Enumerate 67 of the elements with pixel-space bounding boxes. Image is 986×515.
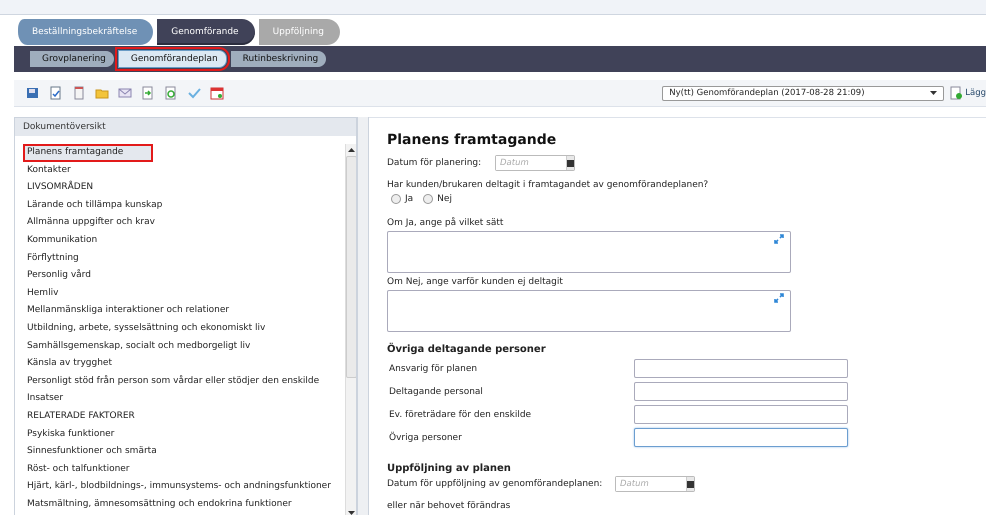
- sidebar-item[interactable]: Lärande och tillämpa kunskap: [23, 196, 345, 214]
- scroll-down-icon[interactable]: [348, 511, 354, 515]
- save-icon[interactable]: [26, 86, 40, 100]
- sidebar-item[interactable]: Insatser: [23, 390, 345, 408]
- spellcheck-icon[interactable]: [187, 86, 201, 100]
- field-label: Om Nej, ange varför kunden ej deltagit: [387, 277, 564, 287]
- sidebar-item[interactable]: Personligt stöd från person som vårdar eller stödjer den enskilde: [23, 372, 345, 390]
- envelope-icon[interactable]: [118, 86, 132, 100]
- sidebar-item[interactable]: Samhällsgemenskap, socialt och medborgeligt liv: [23, 338, 345, 356]
- text-area[interactable]: [387, 231, 791, 273]
- sidebar-item[interactable]: LIVSOMRÅDEN: [23, 179, 345, 197]
- section-title: Övriga deltagande personer: [387, 344, 547, 355]
- form-title: Planens framtagande: [387, 132, 558, 148]
- add-document-icon: [950, 86, 964, 100]
- sidebar-item[interactable]: Känsla av trygghet: [23, 355, 345, 373]
- sidebar-item[interactable]: Allmänna uppgifter och krav: [23, 214, 345, 232]
- section-title: Uppföljning av planen: [387, 463, 512, 474]
- text-input[interactable]: [634, 382, 848, 401]
- sidebar-item[interactable]: Kontakter: [23, 162, 345, 180]
- sidebar-item[interactable]: RELATERADE FAKTORER: [23, 408, 345, 426]
- sidebar-item[interactable]: Röst- och talfunktioner: [23, 460, 345, 478]
- sidebar-item[interactable]: Hjärt, kärl-, blodbildnings-, immunsystems- och andningsfunktioner: [23, 478, 345, 496]
- document-select[interactable]: Ny(tt) Genomförandeplan (2017-08-28 21:09): [662, 86, 944, 100]
- sidebar-item[interactable]: Utbildning, arbete, sysselsättning och ekonomiskt liv: [23, 320, 345, 338]
- sub-tab[interactable]: Rutinbeskrivning: [230, 51, 326, 67]
- expand-icon[interactable]: [774, 293, 784, 303]
- sub-tab[interactable]: Genomförandeplan: [118, 50, 227, 68]
- sidebar-item[interactable]: Mellanmänskliga interaktioner och relationer: [23, 302, 345, 320]
- radio-option[interactable]: Ja: [391, 194, 414, 204]
- sidebar-item[interactable]: Förflyttning: [23, 250, 345, 268]
- field-label: Om Ja, ange på vilket sätt: [387, 218, 504, 228]
- add-button[interactable]: Lägg: [950, 86, 986, 100]
- expand-icon[interactable]: [774, 234, 784, 244]
- calendar-icon: [687, 480, 694, 488]
- panel-header: Dokumentöversikt: [15, 118, 356, 136]
- field-label: Datum för uppföljning av genomförandeplanen:: [387, 479, 604, 489]
- sidebar-item[interactable]: Kommunikation: [23, 232, 345, 250]
- text-input[interactable]: [634, 428, 848, 447]
- sidebar-item[interactable]: Psykiska funktioner: [23, 426, 345, 444]
- date-field[interactable]: Datum: [615, 476, 695, 492]
- sidebar-item[interactable]: Matsmältning, ämnesomsättning och endokrina funktioner: [23, 496, 345, 514]
- field-label: Övriga personer: [388, 432, 463, 442]
- document-icon[interactable]: [72, 86, 86, 100]
- checklist-icon[interactable]: [49, 86, 63, 100]
- date-field[interactable]: Datum: [495, 155, 575, 171]
- calendar-icon: [567, 160, 574, 166]
- field-label: Ansvarig för planen: [388, 364, 478, 374]
- calendar-icon[interactable]: [210, 86, 224, 100]
- text-input[interactable]: [634, 405, 848, 424]
- import-icon[interactable]: [141, 86, 155, 100]
- field-label: Datum för planering:: [387, 158, 482, 168]
- scroll-up-icon[interactable]: [348, 148, 354, 152]
- sidebar-item[interactable]: Sinnesfunktioner och smärta: [23, 443, 345, 461]
- text-area[interactable]: [387, 290, 791, 332]
- scrollbar[interactable]: [345, 144, 356, 515]
- text-input[interactable]: [634, 359, 848, 378]
- sidebar-item[interactable]: Personlig vård: [23, 267, 345, 285]
- sidebar-item[interactable]: Hemliv: [23, 284, 345, 302]
- dropdown-arrow-icon: [930, 91, 938, 95]
- field-label: Ev. företrädare för den enskilde: [388, 410, 532, 420]
- sub-tab[interactable]: Grovplanering: [30, 51, 114, 67]
- field-label: Deltagande personal: [388, 386, 484, 396]
- note-text: eller när behovet förändras: [387, 501, 512, 511]
- radio-option[interactable]: Nej: [423, 194, 452, 204]
- question-label: Har kunden/brukaren deltagit i framtagandet av genomförandeplanen?: [387, 180, 710, 190]
- sidebar-item[interactable]: Planens framtagande: [23, 144, 153, 162]
- refresh-icon[interactable]: [164, 86, 178, 100]
